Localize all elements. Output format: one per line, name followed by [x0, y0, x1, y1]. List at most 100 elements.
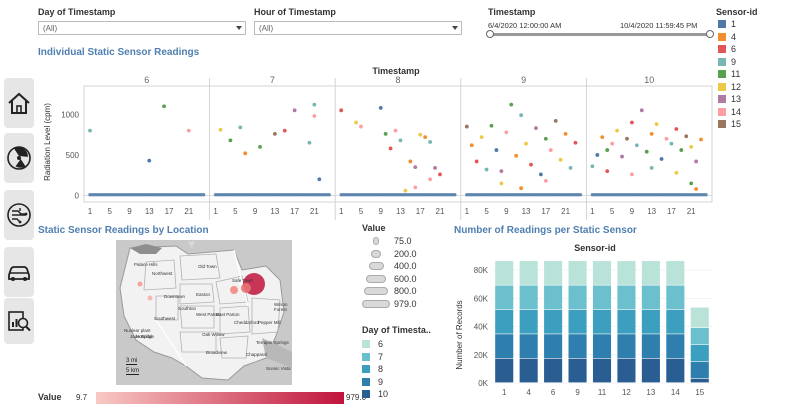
bar-segment[interactable]: [592, 309, 612, 334]
bar-segment[interactable]: [617, 358, 636, 383]
reading-point[interactable]: [543, 136, 548, 141]
bar-segment[interactable]: [568, 261, 587, 285]
bar-segment[interactable]: [690, 327, 709, 345]
reading-point[interactable]: [573, 140, 578, 145]
bar-segment[interactable]: [568, 334, 587, 359]
reading-point[interactable]: [494, 148, 499, 152]
reading-point[interactable]: [674, 127, 679, 131]
reading-point[interactable]: [499, 181, 504, 186]
bar-segment[interactable]: [519, 285, 538, 310]
reading-point[interactable]: [383, 131, 388, 136]
reading-point[interactable]: [538, 172, 543, 177]
nav-circuit-button[interactable]: [4, 190, 34, 240]
reading-point[interactable]: [654, 122, 659, 127]
reading-point[interactable]: [514, 153, 519, 158]
sensor-legend-item[interactable]: 4: [718, 32, 736, 42]
reading-point[interactable]: [489, 123, 494, 128]
reading-point[interactable]: [317, 177, 322, 182]
reading-point[interactable]: [600, 135, 605, 140]
reading-point[interactable]: [433, 166, 437, 170]
nav-report-button[interactable]: [4, 298, 34, 344]
reading-point[interactable]: [568, 166, 573, 170]
reading-point[interactable]: [615, 128, 619, 133]
reading-point[interactable]: [258, 144, 262, 149]
reading-point[interactable]: [282, 128, 287, 133]
reading-point[interactable]: [534, 126, 538, 131]
hour-filter-select[interactable]: (All): [254, 21, 462, 35]
bar-segment[interactable]: [617, 285, 636, 310]
reading-point[interactable]: [548, 148, 553, 152]
reading-point[interactable]: [639, 108, 644, 113]
reading-point[interactable]: [553, 118, 558, 123]
bar-segment[interactable]: [544, 358, 563, 383]
bar-segment[interactable]: [544, 285, 563, 310]
reading-point[interactable]: [679, 148, 684, 152]
reading-point[interactable]: [620, 154, 624, 159]
reading-point[interactable]: [469, 143, 474, 148]
reading-point[interactable]: [307, 140, 312, 145]
reading-point[interactable]: [684, 134, 689, 139]
timestamp-slider-track[interactable]: [490, 33, 710, 36]
bar-segment[interactable]: [519, 261, 538, 285]
timestamp-slider-start-handle[interactable]: [486, 30, 494, 38]
reading-point[interactable]: [474, 159, 479, 164]
reading-point[interactable]: [428, 140, 433, 144]
bar-segment[interactable]: [495, 309, 514, 334]
reading-point[interactable]: [563, 131, 568, 136]
reading-point[interactable]: [292, 108, 297, 113]
reading-point[interactable]: [543, 179, 548, 183]
bar-segment[interactable]: [495, 285, 514, 310]
reading-point[interactable]: [674, 170, 679, 175]
reading-point[interactable]: [408, 159, 413, 164]
reading-point[interactable]: [228, 138, 233, 143]
reading-point[interactable]: [378, 106, 383, 110]
reading-point[interactable]: [162, 104, 166, 109]
reading-point[interactable]: [238, 125, 243, 130]
bar-segment[interactable]: [641, 358, 660, 383]
reading-point[interactable]: [605, 148, 610, 152]
reading-point[interactable]: [519, 113, 524, 118]
reading-point[interactable]: [464, 124, 469, 129]
day-legend-item[interactable]: 6: [362, 339, 383, 349]
reading-point[interactable]: [359, 124, 363, 129]
reading-point[interactable]: [558, 157, 563, 162]
reading-point[interactable]: [659, 157, 664, 161]
reading-point[interactable]: [524, 141, 528, 146]
reading-point[interactable]: [689, 181, 694, 186]
bar-segment[interactable]: [495, 261, 514, 285]
reading-point[interactable]: [605, 169, 610, 174]
reading-point[interactable]: [479, 135, 484, 140]
sensor-legend-item[interactable]: 11: [718, 69, 740, 79]
reading-point[interactable]: [499, 169, 504, 174]
reading-point[interactable]: [669, 141, 674, 146]
sensor-legend-item[interactable]: 1: [718, 19, 736, 29]
reading-point[interactable]: [595, 153, 600, 157]
reading-point[interactable]: [649, 166, 654, 170]
reading-point[interactable]: [644, 149, 649, 154]
bar-segment[interactable]: [641, 334, 660, 359]
reading-point[interactable]: [393, 128, 398, 133]
day-legend-item[interactable]: 10: [362, 389, 388, 399]
reading-point[interactable]: [186, 128, 191, 133]
reading-point[interactable]: [243, 151, 248, 156]
sensor-legend-item[interactable]: 12: [718, 82, 741, 92]
sensor-legend-item[interactable]: 14: [718, 107, 741, 117]
bar-segment[interactable]: [519, 334, 538, 359]
bar-segment[interactable]: [666, 285, 685, 310]
reading-point[interactable]: [484, 167, 489, 172]
reading-point[interactable]: [649, 131, 654, 136]
bar-segment[interactable]: [641, 261, 660, 285]
reading-point[interactable]: [339, 108, 344, 113]
reading-point[interactable]: [413, 165, 418, 170]
reading-point[interactable]: [625, 136, 629, 141]
bar-segment[interactable]: [617, 309, 636, 334]
reading-point[interactable]: [509, 102, 514, 107]
reading-point[interactable]: [438, 172, 442, 177]
reading-point[interactable]: [423, 135, 428, 140]
bar-segment[interactable]: [690, 307, 709, 328]
bar-segment[interactable]: [544, 334, 563, 359]
sensor-legend-item[interactable]: 6: [718, 44, 736, 54]
reading-point[interactable]: [272, 131, 277, 136]
reading-point[interactable]: [147, 158, 152, 163]
bar-segment[interactable]: [617, 334, 636, 359]
